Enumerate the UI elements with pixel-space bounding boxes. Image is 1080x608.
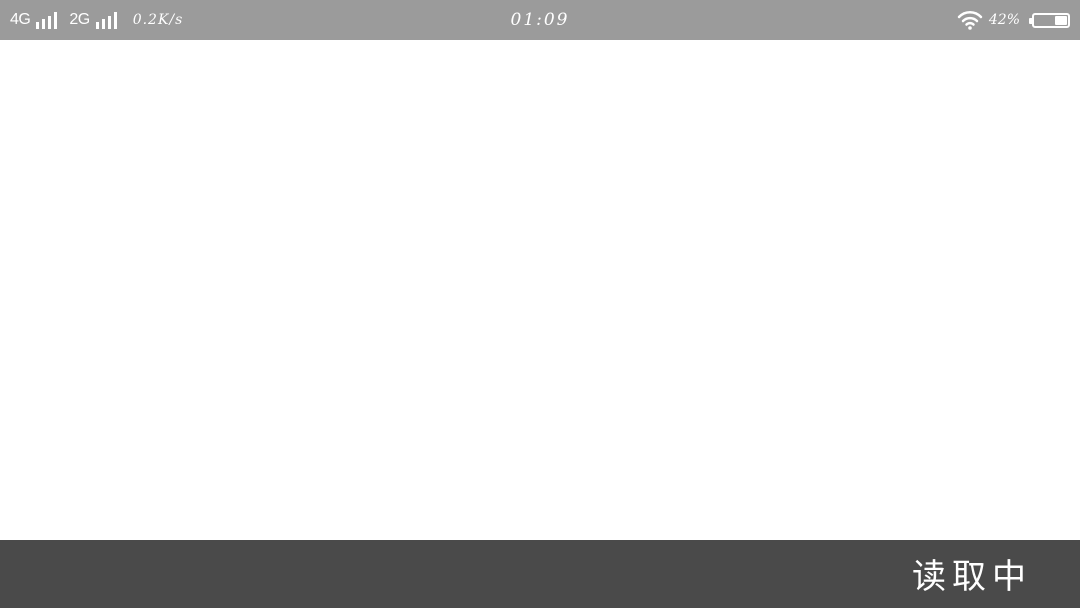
status-bar-left: 4G 2G 0.2K/s <box>10 0 183 40</box>
battery-level <box>1054 15 1067 25</box>
loading-status-text: 读取中 <box>912 557 1032 597</box>
main-content <box>0 40 1080 540</box>
network-type-2: 2G <box>69 11 90 28</box>
signal-bars-icon <box>95 11 117 29</box>
network-speed: 0.2K/s <box>132 12 184 28</box>
network-type-1: 4G <box>10 11 31 28</box>
battery-percent: 42% <box>988 12 1020 28</box>
status-bar: 4G 2G 0.2K/s 01:09 42% <box>0 0 1080 40</box>
clock: 01:09 <box>510 10 570 30</box>
signal-bars-icon <box>36 11 58 29</box>
battery-icon <box>1029 12 1070 28</box>
status-bar-right: 42% <box>957 0 1070 40</box>
bottom-bar: 读取中 <box>0 540 1080 608</box>
wifi-icon <box>957 10 983 30</box>
